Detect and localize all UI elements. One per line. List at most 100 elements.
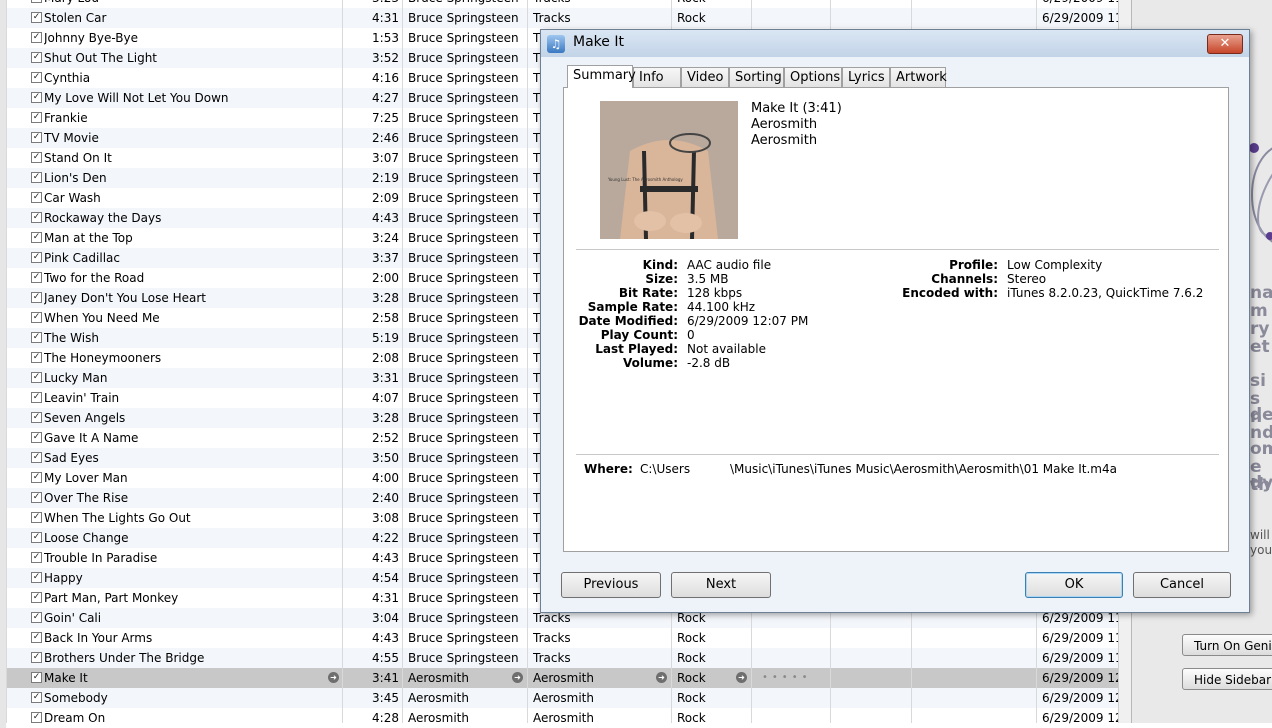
track-checkbox[interactable]: ✓ <box>31 372 42 383</box>
track-time: 2:40 <box>372 491 399 505</box>
track-checkbox[interactable]: ✓ <box>31 632 42 643</box>
go-to-arrow-icon[interactable]: ➜ <box>736 672 747 683</box>
hide-sidebar-button[interactable]: Hide Sidebar <box>1182 668 1272 690</box>
track-time: 4:07 <box>372 391 399 405</box>
track-checkbox[interactable]: ✓ <box>31 12 42 23</box>
track-time: 4:27 <box>372 91 399 105</box>
track-name: Loose Change <box>44 531 129 545</box>
track-name: Frankie <box>44 111 88 125</box>
track-checkbox[interactable]: ✓ <box>31 652 42 663</box>
rating-dots[interactable]: ••••• <box>762 668 812 688</box>
track-time: 3:24 <box>372 231 399 245</box>
go-to-arrow-icon[interactable]: ➜ <box>328 672 339 683</box>
detail-value: Low Complexity <box>1007 258 1103 272</box>
track-time: 4:31 <box>372 591 399 605</box>
track-checkbox[interactable]: ✓ <box>31 332 42 343</box>
track-date-added: 6/29/2009 11 <box>1042 651 1123 665</box>
detail-value: Not available <box>687 342 767 356</box>
tab-summary[interactable]: Summary <box>567 65 636 88</box>
track-checkbox[interactable]: ✓ <box>31 112 42 123</box>
tab-sorting[interactable]: Sorting <box>729 67 784 87</box>
track-name: Johnny Bye-Bye <box>44 31 138 45</box>
track-row[interactable]: ✓ Somebody 3:45 Aerosmith Aerosmith Rock 6/29/… <box>0 688 1130 708</box>
track-checkbox[interactable]: ✓ <box>31 672 42 683</box>
cancel-button[interactable]: Cancel <box>1133 572 1231 598</box>
tab-artwork[interactable]: Artwork <box>890 67 947 87</box>
track-checkbox[interactable]: ✓ <box>31 612 42 623</box>
track-checkbox[interactable]: ✓ <box>31 92 42 103</box>
detail-label: Kind: <box>642 258 678 272</box>
track-artist: Bruce Springsteen <box>408 511 519 525</box>
track-checkbox[interactable]: ✓ <box>31 212 42 223</box>
track-checkbox[interactable]: ✓ <box>31 592 42 603</box>
track-name: Dream On <box>44 711 106 725</box>
track-date-added: 6/29/2009 12 <box>1042 671 1123 685</box>
track-checkbox[interactable]: ✓ <box>31 292 42 303</box>
track-checkbox[interactable]: ✓ <box>31 192 42 203</box>
go-to-arrow-icon[interactable]: ➜ <box>656 672 667 683</box>
track-checkbox[interactable]: ✓ <box>31 312 42 323</box>
track-row[interactable]: ✓ Make It 3:41 Aerosmith Aerosmith Rock 6/29/2… <box>0 668 1130 688</box>
track-row[interactable]: ✓ Brothers Under The Bridge 4:55 Bruce Spri… <box>0 648 1130 668</box>
detail-label: Encoded with: <box>902 286 998 300</box>
go-to-arrow-icon[interactable]: ➜ <box>512 672 523 683</box>
track-name: Happy <box>44 571 83 585</box>
track-time: 3:04 <box>372 611 399 625</box>
track-artist: Bruce Springsteen <box>408 371 519 385</box>
track-row[interactable]: ✓ Back In Your Arms 4:43 Bruce Springsteen T… <box>0 628 1130 648</box>
track-checkbox[interactable]: ✓ <box>31 532 42 543</box>
track-artist: Bruce Springsteen <box>408 351 519 365</box>
track-checkbox[interactable]: ✓ <box>31 472 42 483</box>
track-artist: Bruce Springsteen <box>408 471 519 485</box>
track-name: Pink Cadillac <box>44 251 120 265</box>
track-checkbox[interactable]: ✓ <box>31 392 42 403</box>
ok-button[interactable]: OK <box>1025 572 1123 598</box>
redacted-username <box>690 460 730 478</box>
track-row[interactable]: ✓Mary Lou 3:23 Bruce Springsteen Tracks Rock… <box>0 0 1130 8</box>
track-row[interactable]: ✓ Stolen Car 4:31 Bruce Springsteen Tracks Ro… <box>0 8 1130 28</box>
track-checkbox[interactable]: ✓ <box>31 72 42 83</box>
detail-label: Profile: <box>949 258 998 272</box>
tab-lyrics[interactable]: Lyrics <box>842 67 890 87</box>
track-checkbox[interactable]: ✓ <box>31 572 42 583</box>
track-checkbox[interactable]: ✓ <box>31 712 42 723</box>
track-artist: Bruce Springsteen <box>408 251 519 265</box>
tab-options[interactable]: Options <box>784 67 842 87</box>
track-checkbox[interactable]: ✓ <box>31 452 42 463</box>
track-checkbox[interactable]: ✓ <box>31 272 42 283</box>
track-checkbox[interactable]: ✓ <box>31 232 42 243</box>
track-name: Somebody <box>44 691 108 705</box>
track-name: When The Lights Go Out <box>44 511 191 525</box>
track-checkbox[interactable]: ✓ <box>31 52 42 63</box>
track-checkbox[interactable]: ✓ <box>31 0 42 3</box>
track-checkbox[interactable]: ✓ <box>31 412 42 423</box>
track-checkbox[interactable]: ✓ <box>31 352 42 363</box>
track-checkbox[interactable]: ✓ <box>31 492 42 503</box>
dialog-titlebar[interactable]: ♫ Make It ✕ <box>541 30 1249 57</box>
track-row[interactable]: ✓ Dream On 4:28 Aerosmith Aerosmith Rock 6/29/… <box>0 708 1130 728</box>
sidebar-text-fragment: de <box>1250 405 1272 425</box>
track-checkbox[interactable]: ✓ <box>31 172 42 183</box>
track-checkbox[interactable]: ✓ <box>31 512 42 523</box>
track-checkbox[interactable]: ✓ <box>31 692 42 703</box>
previous-button[interactable]: Previous <box>561 572 661 598</box>
track-artist: Bruce Springsteen <box>408 0 528 8</box>
track-artist: Bruce Springsteen <box>408 411 519 425</box>
turn-on-genius-button[interactable]: Turn On Genius <box>1182 634 1272 656</box>
track-time: 4:31 <box>372 11 399 25</box>
track-artist: Bruce Springsteen <box>408 651 519 665</box>
track-time: 4:16 <box>372 71 399 85</box>
track-checkbox[interactable]: ✓ <box>31 132 42 143</box>
track-checkbox[interactable]: ✓ <box>31 32 42 43</box>
detail-label: Bit Rate: <box>618 286 678 300</box>
track-checkbox[interactable]: ✓ <box>31 252 42 263</box>
track-checkbox[interactable]: ✓ <box>31 432 42 443</box>
tab-info[interactable]: Info <box>633 67 681 87</box>
track-checkbox[interactable]: ✓ <box>31 552 42 563</box>
next-button[interactable]: Next <box>671 572 771 598</box>
track-checkbox[interactable]: ✓ <box>31 152 42 163</box>
track-name: Stand On It <box>44 151 112 165</box>
tab-video[interactable]: Video <box>681 67 729 87</box>
close-button[interactable]: ✕ <box>1207 34 1243 54</box>
track-artist: Aerosmith <box>408 671 469 685</box>
